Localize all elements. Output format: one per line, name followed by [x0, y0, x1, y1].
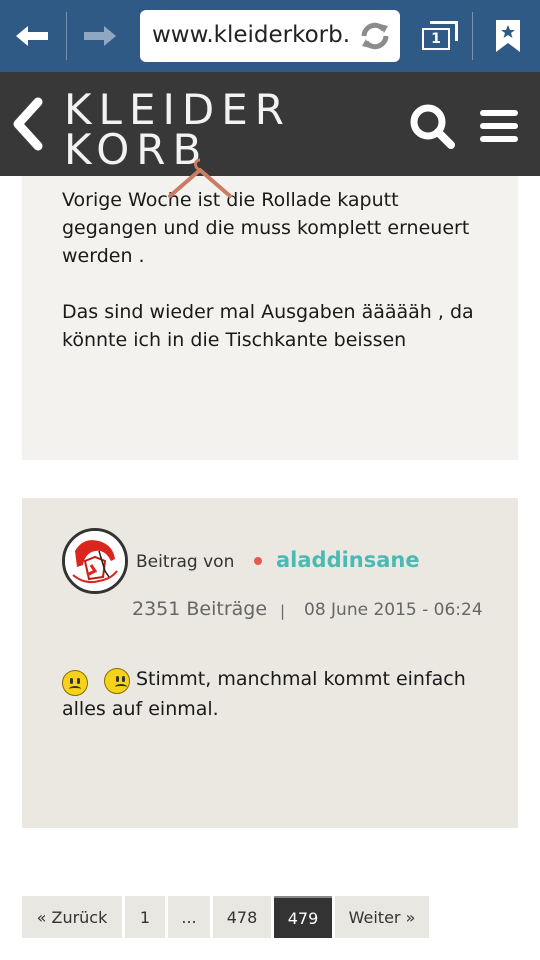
arrow-right-icon: [84, 26, 116, 46]
posted-by-label: Beitrag von: [136, 552, 235, 572]
post-paragraph: Vorige Woche ist die Rollade kaputt gega…: [62, 189, 470, 267]
browser-forward-button[interactable]: [80, 14, 120, 58]
avatar-image: [65, 531, 125, 591]
author-link[interactable]: aladdinsane: [276, 548, 420, 572]
site-logo[interactable]: KLEIDER KORB: [64, 85, 291, 174]
browser-toolbar: www.kleiderkorb.de/ 1: [0, 0, 540, 72]
pagination-ellipsis: ...: [168, 896, 210, 938]
pagination-page-479-current[interactable]: 479: [274, 896, 332, 938]
browser-back-button[interactable]: [12, 14, 52, 58]
logo-line-2: KORB: [64, 125, 209, 174]
address-bar[interactable]: www.kleiderkorb.de/: [140, 10, 400, 62]
pagination-prev[interactable]: « Zurück: [22, 896, 122, 938]
chevron-left-icon[interactable]: [8, 96, 48, 152]
post-count: 2351 Beiträge: [132, 598, 268, 620]
pagination-page-478[interactable]: 478: [213, 896, 271, 938]
post-date: 08 June 2015 - 06:24: [304, 600, 483, 620]
bookmark-star-icon: [496, 20, 520, 52]
online-status-dot: [254, 557, 262, 565]
avatar[interactable]: [62, 528, 128, 594]
hamburger-menu-icon[interactable]: [480, 110, 518, 142]
pagination: « Zurück 1 ... 478 479 Weiter »: [22, 896, 429, 938]
tab-count: 1: [422, 28, 450, 50]
toolbar-divider: [472, 12, 473, 60]
post-card: Beitrag von aladdinsane 2351 Beiträge | …: [22, 498, 518, 828]
search-icon[interactable]: [408, 102, 456, 150]
meta-separator: |: [280, 602, 286, 620]
post-text: Stimmt, manchmal kommt einfach alles auf…: [62, 668, 466, 720]
post-card: Vorige Woche ist die Rollade kaputt gega…: [22, 176, 518, 460]
reload-icon[interactable]: [358, 20, 392, 52]
logo-line-1: KLEIDER: [64, 85, 291, 134]
url-text: www.kleiderkorb.de/: [152, 22, 348, 48]
site-header: KLEIDER KORB: [0, 72, 540, 176]
pagination-next[interactable]: Weiter »: [335, 896, 429, 938]
post-paragraph: Das sind wieder mal Ausgaben äääääh , da…: [62, 301, 474, 351]
bookmark-button[interactable]: [488, 14, 528, 58]
toolbar-divider: [66, 12, 67, 60]
pagination-page-1[interactable]: 1: [125, 896, 165, 938]
arrow-left-icon: [16, 26, 48, 46]
tabs-button[interactable]: 1: [414, 16, 462, 56]
